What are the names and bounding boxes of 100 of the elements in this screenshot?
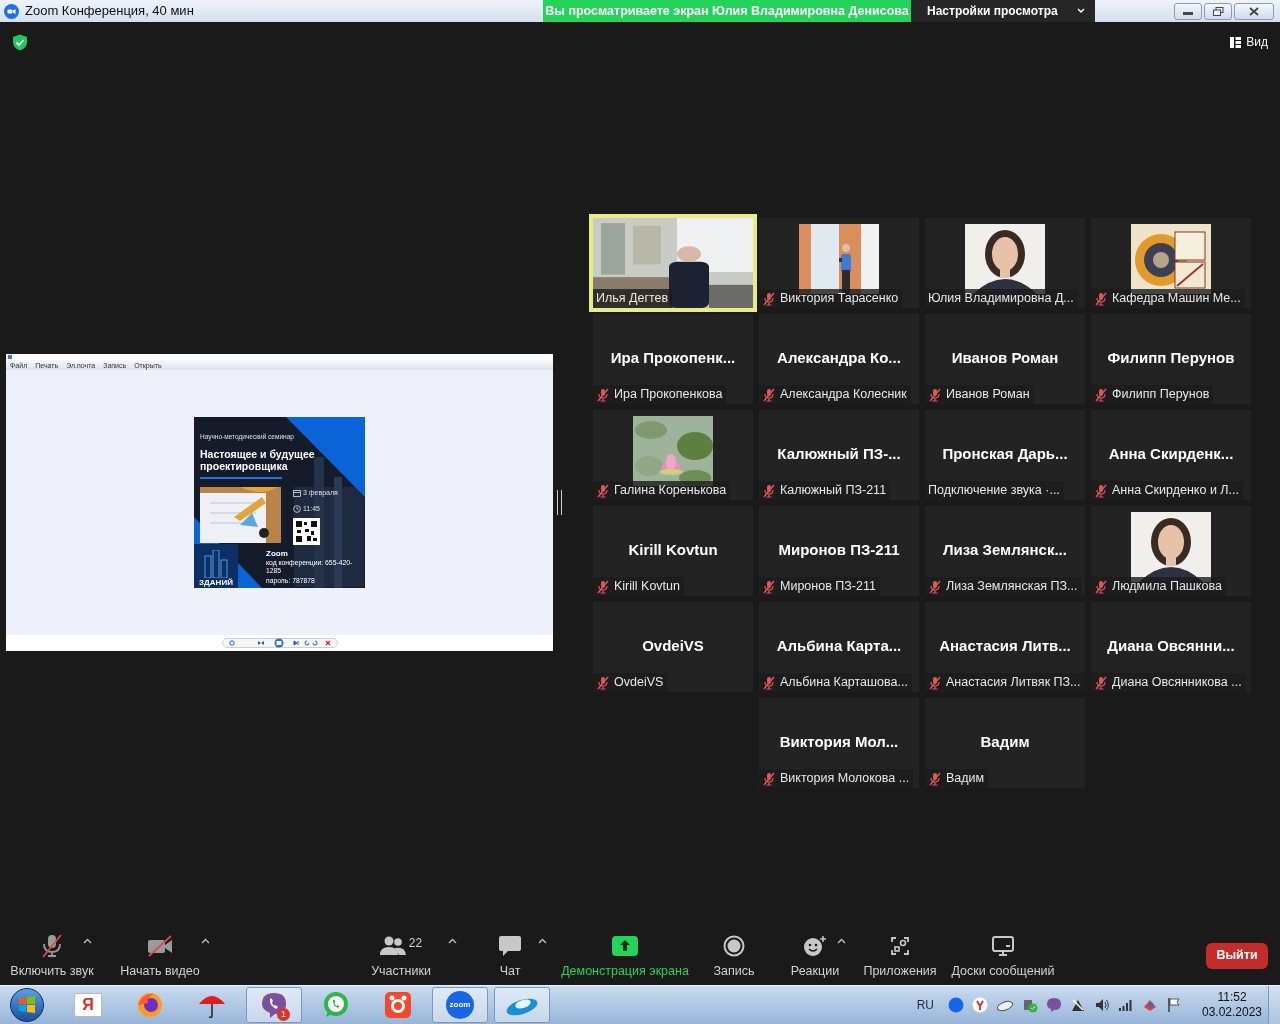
video-tile[interactable]: Калюжный ПЗ-... Калюжный ПЗ-211 — [759, 410, 919, 500]
caret-icon — [538, 938, 547, 945]
participant-name: Подключение звука ·... — [928, 482, 1060, 500]
participants-button[interactable]: 22 Участники — [366, 934, 436, 981]
restore-button[interactable] — [1204, 2, 1232, 20]
video-tile[interactable]: Диана Овсянни... Диана Овсянникова ... — [1091, 602, 1251, 692]
camera-app-icon — [384, 991, 412, 1019]
participant-name: Ира Прокопенкова — [614, 386, 723, 404]
close-button[interactable] — [1234, 2, 1274, 20]
microphone-off-icon — [39, 934, 65, 959]
language-indicator[interactable]: RU — [916, 996, 934, 1014]
device-ok-icon[interactable] — [1022, 997, 1038, 1013]
speaker-icon[interactable] — [1094, 997, 1110, 1013]
network-off-icon[interactable] — [1070, 997, 1086, 1013]
participant-name: Виктория Тарасенко — [780, 290, 899, 308]
whiteboards-button[interactable]: Доски сообщений — [948, 934, 1058, 981]
participant-display-name: Виктория Мол... — [779, 731, 899, 752]
show-desktop-button[interactable] — [1268, 985, 1280, 1024]
flag-icon[interactable] — [1166, 997, 1182, 1013]
letter-tag-icon: Я — [74, 993, 102, 1017]
participants-icon — [379, 936, 406, 957]
video-tile[interactable]: Анна Скирденк... Анна Скирденко и Л... — [1091, 410, 1251, 500]
resize-handle[interactable] — [557, 490, 562, 515]
unmute-button[interactable]: Включить звук — [4, 934, 100, 981]
participant-display-name: Анна Скирденк... — [1108, 443, 1234, 464]
caret-button[interactable] — [201, 938, 210, 945]
app-tray-icon[interactable] — [948, 997, 964, 1013]
participant-name: Лиза Землянская ПЗ... — [946, 578, 1078, 596]
video-tile[interactable]: Пронская Дарь... Подключение звука ·... — [925, 410, 1085, 500]
video-tile[interactable]: OvdeiVS OvdeiVS — [593, 602, 753, 692]
reactions-button[interactable]: Реакции — [783, 934, 847, 981]
chat-button[interactable]: Чат — [485, 934, 535, 981]
participant-display-name: Иванов Роман — [951, 347, 1059, 368]
view-button[interactable]: Вид — [1230, 33, 1268, 51]
leave-button[interactable]: Выйти — [1206, 942, 1268, 969]
chat-tray-icon[interactable] — [1046, 997, 1062, 1013]
app-logo-icon: zoom — [446, 991, 474, 1019]
record-button[interactable]: Запись — [706, 934, 762, 981]
video-tile[interactable]: Виктория Тарасенко — [759, 218, 919, 308]
video-tile[interactable]: Анастасия Литв... Анастасия Литвяк ПЗ... — [925, 602, 1085, 692]
share-screen-icon — [612, 936, 638, 957]
video-tile[interactable]: Юлия Владимировна Д... — [925, 218, 1085, 308]
notification-badge: 1 — [277, 1008, 290, 1021]
taskbar-app-button[interactable] — [494, 987, 550, 1023]
participant-name: Филипп Перунов — [1112, 386, 1210, 404]
share-screen-button[interactable]: Демонстрация экрана — [560, 934, 690, 981]
view-options-button[interactable]: Настройки просмотра — [911, 0, 1095, 22]
participant-name: Kirill Kovtun — [614, 578, 680, 596]
start-video-button[interactable]: Начать видео — [115, 934, 205, 981]
participant-display-name: Лиза Землянск... — [943, 539, 1067, 560]
caret-button[interactable] — [837, 938, 846, 945]
video-tile[interactable]: Людмила Пашкова — [1091, 506, 1251, 596]
participant-display-name: Калюжный ПЗ-... — [777, 443, 901, 464]
windows-logo-icon — [18, 996, 36, 1014]
video-tile[interactable]: Вадим Вадим — [925, 698, 1085, 788]
taskbar-app-button[interactable]: Я — [60, 987, 116, 1023]
participant-name: Виктория Молокова ... — [780, 770, 910, 788]
record-icon — [723, 935, 745, 958]
participant-display-name: Анастасия Литв... — [939, 635, 1071, 656]
video-tile[interactable]: Кафедра Машин Ме... — [1091, 218, 1251, 308]
taskbar-app-button[interactable]: 1 — [246, 987, 302, 1023]
video-tile[interactable]: Илья Дегтев — [589, 214, 757, 312]
video-tile[interactable]: Галина Коренькова — [593, 410, 753, 500]
participant-display-name: Александра Ко... — [777, 347, 901, 368]
taskbar-app-button[interactable]: zoom — [432, 987, 488, 1023]
video-tile[interactable]: Иванов Роман Иванов Роман — [925, 314, 1085, 404]
start-button[interactable] — [10, 988, 44, 1022]
participant-display-name: OvdeiVS — [642, 635, 704, 656]
video-tile[interactable]: Ира Прокопенк... Ира Прокопенкова — [593, 314, 753, 404]
caret-icon — [448, 938, 457, 945]
caret-button[interactable] — [83, 938, 92, 945]
participant-name: Анна Скирденко и Л... — [1112, 482, 1239, 500]
participant-display-name: Филипп Перунов — [1107, 347, 1235, 368]
minimize-button[interactable] — [1174, 2, 1202, 20]
caret-button[interactable] — [538, 938, 547, 945]
qr-code-icon — [293, 518, 320, 545]
participant-display-name: Kirill Kovtun — [628, 539, 718, 560]
video-tile[interactable]: Миронов ПЗ-211 Миронов ПЗ-211 — [759, 506, 919, 596]
participant-display-name: Диана Овсянни... — [1107, 635, 1235, 656]
clock-icon — [293, 505, 301, 513]
video-tile[interactable]: Альбина Карта... Альбина Карташова... — [759, 602, 919, 692]
participant-name: Галина Коренькова — [614, 482, 727, 500]
browser-tray-icon[interactable] — [972, 997, 988, 1013]
video-tile[interactable]: Виктория Мол... Виктория Молокова ... — [759, 698, 919, 788]
video-tile[interactable]: Kirill Kovtun Kirill Kovtun — [593, 506, 753, 596]
whiteboard-icon — [992, 936, 1014, 957]
participant-name: Диана Овсянникова ... — [1112, 674, 1242, 692]
participant-name: Калюжный ПЗ-211 — [780, 482, 887, 500]
participant-name: OvdeiVS — [614, 674, 664, 692]
chat-icon — [498, 935, 522, 958]
participant-name: Илья Дегтев — [596, 290, 669, 308]
video-tile[interactable]: Филипп Перунов Филипп Перунов — [1091, 314, 1251, 404]
minimize-icon — [1183, 11, 1193, 15]
video-tile[interactable]: Лиза Землянск... Лиза Землянская ПЗ... — [925, 506, 1085, 596]
video-tile[interactable]: Александра Ко... Александра Колесник — [759, 314, 919, 404]
apps-button[interactable]: Приложения — [860, 934, 940, 981]
clock[interactable]: 11:52 03.02.2023 — [1200, 990, 1264, 1020]
signal-icon[interactable] — [1118, 997, 1134, 1013]
caret-button[interactable] — [448, 938, 457, 945]
participant-name: Александра Колесник — [780, 386, 907, 404]
